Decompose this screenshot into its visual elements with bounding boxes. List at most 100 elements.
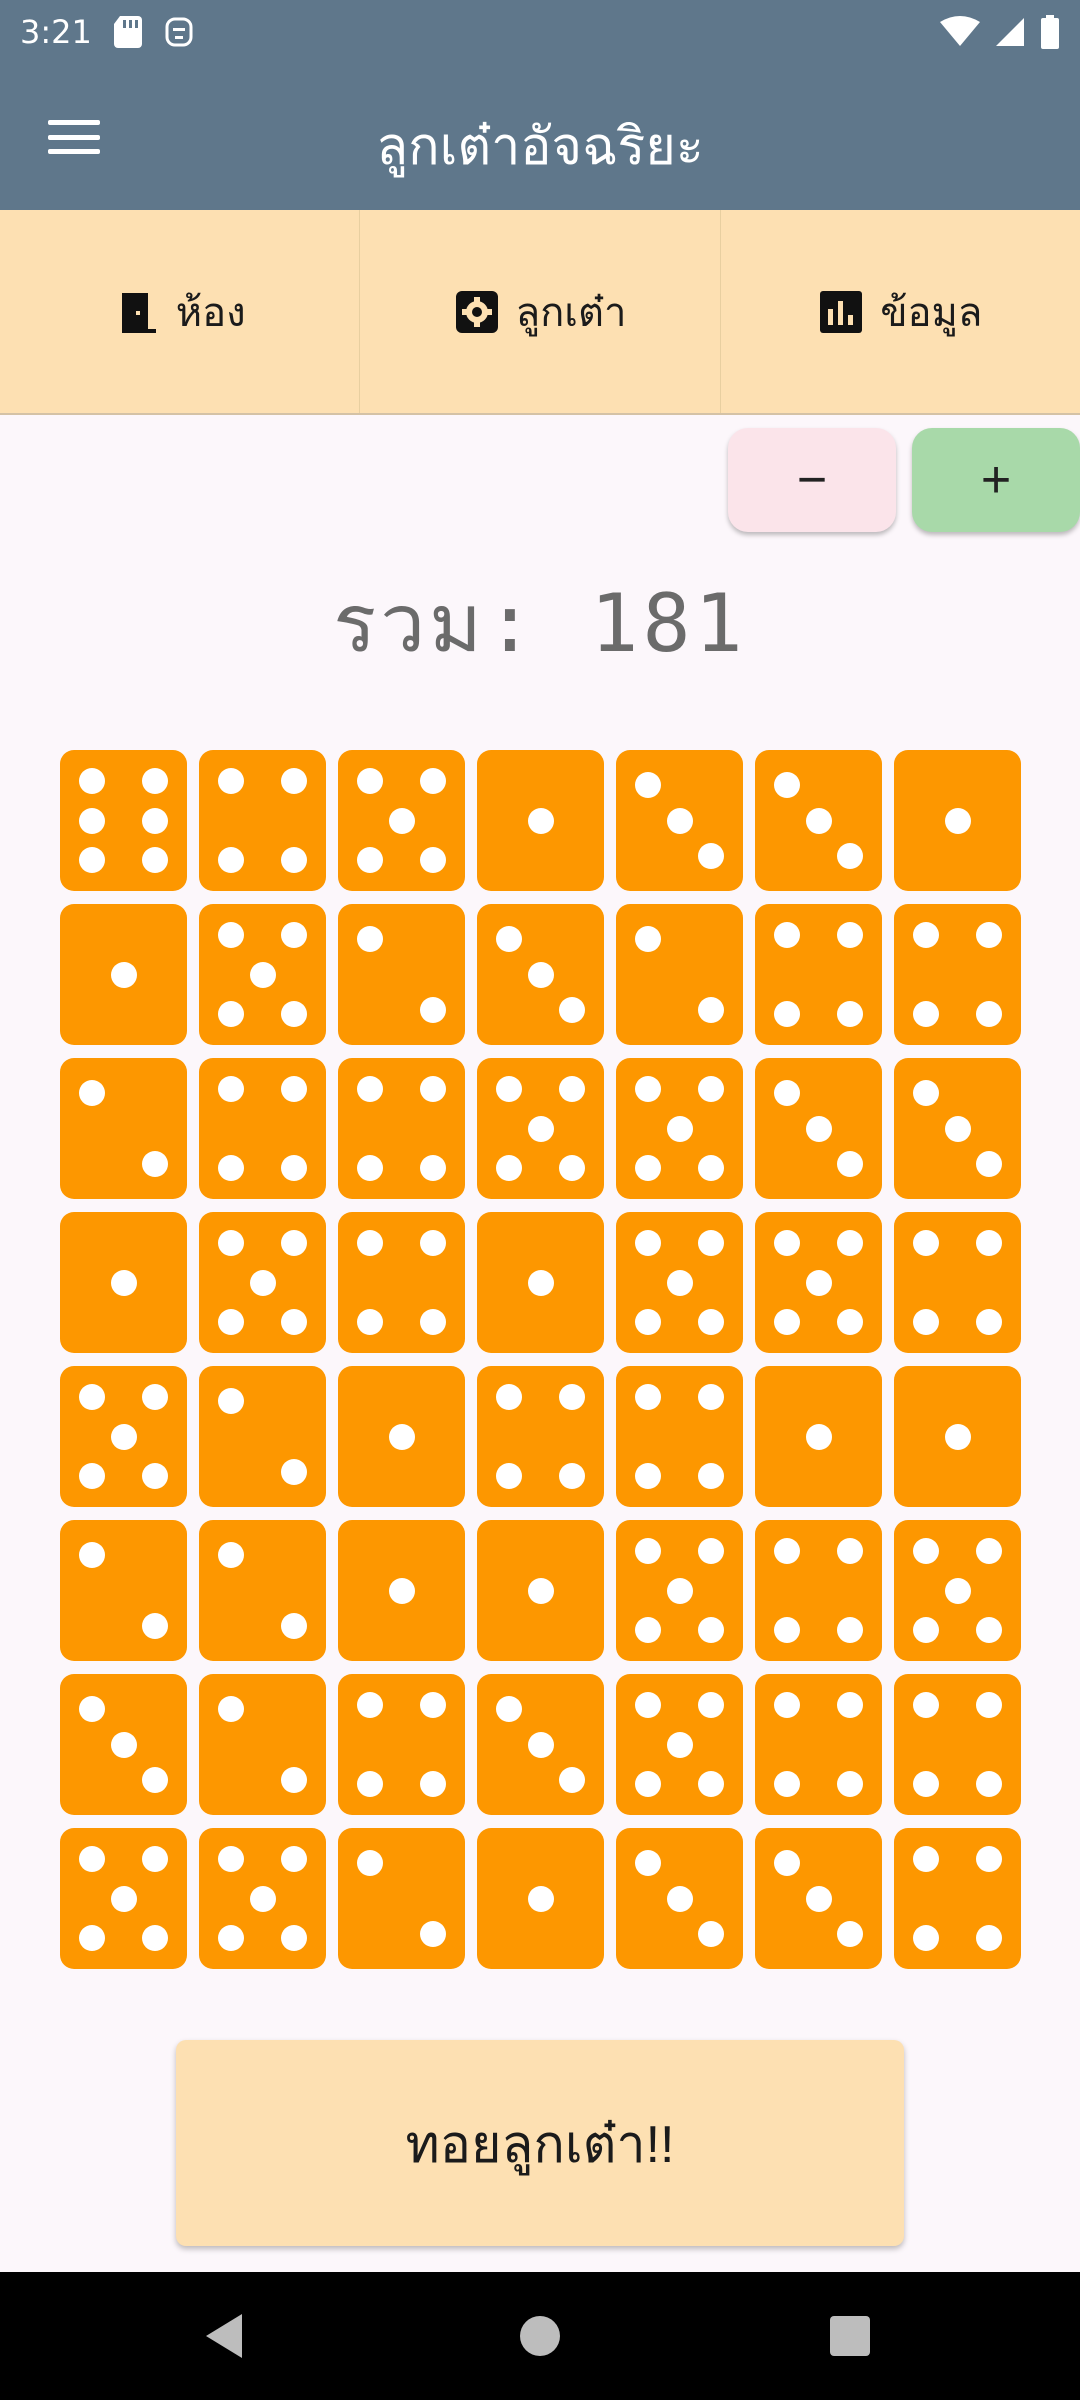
die-7 <box>894 750 1021 891</box>
decrease-dice-button[interactable]: − <box>728 428 896 532</box>
die-pip <box>420 996 447 1023</box>
die-pip <box>773 1308 800 1335</box>
die-pip <box>698 1692 725 1719</box>
tab-info[interactable]: ข้อมูล <box>721 210 1080 413</box>
die-pip <box>356 1770 383 1797</box>
die-pip <box>805 807 832 834</box>
die-pip <box>773 1080 800 1107</box>
die-pip <box>805 1423 832 1450</box>
roll-dice-button[interactable]: ทอยลูกเต๋า!! <box>176 2040 904 2246</box>
accessibility-face-icon <box>165 17 193 47</box>
die-pip <box>281 1766 308 1793</box>
die-pip <box>837 1150 864 1177</box>
die-pip <box>495 1154 522 1181</box>
die-pip <box>634 926 661 953</box>
tab-dice[interactable]: ลูกเต๋า <box>360 210 721 413</box>
status-time: 3:21 <box>20 13 92 51</box>
die-pip <box>634 1230 661 1257</box>
die-pip <box>281 1230 308 1257</box>
die-pip <box>698 1230 725 1257</box>
die-31 <box>338 1366 465 1507</box>
die-11 <box>477 904 604 1045</box>
die-pip <box>78 1846 105 1873</box>
increase-dice-button[interactable]: + <box>912 428 1080 532</box>
die-pip <box>420 1920 447 1947</box>
die-pip <box>420 1076 447 1103</box>
die-pip <box>698 1538 725 1565</box>
die-pip <box>634 1770 661 1797</box>
die-45 <box>338 1674 465 1815</box>
die-pip <box>281 1308 308 1335</box>
die-pip <box>356 1308 383 1335</box>
die-pip <box>142 768 169 795</box>
die-pip <box>527 1269 554 1296</box>
die-pip <box>281 1846 308 1873</box>
die-5 <box>616 750 743 891</box>
die-pip <box>912 1770 939 1797</box>
die-pip <box>217 1696 244 1723</box>
die-pip <box>420 1692 447 1719</box>
die-pip <box>281 1000 308 1027</box>
die-pip <box>110 1731 137 1758</box>
die-pip <box>420 1154 447 1181</box>
die-pip <box>217 922 244 949</box>
die-pip <box>78 1462 105 1489</box>
die-pip <box>976 1150 1003 1177</box>
die-pip <box>944 807 971 834</box>
die-1 <box>60 750 187 891</box>
die-pip <box>249 961 276 988</box>
battery-icon <box>1041 15 1059 49</box>
die-pip <box>559 1076 586 1103</box>
die-36 <box>60 1520 187 1661</box>
tab-room[interactable]: ห้อง <box>0 210 361 413</box>
die-43 <box>60 1674 187 1815</box>
die-pip <box>698 1384 725 1411</box>
die-pip <box>217 1388 244 1415</box>
die-pip <box>281 768 308 795</box>
die-pip <box>837 1616 864 1643</box>
die-14 <box>894 904 1021 1045</box>
die-pip <box>634 1308 661 1335</box>
die-pip <box>142 1846 169 1873</box>
home-circle-icon[interactable] <box>520 2316 560 2356</box>
die-pip <box>634 1850 661 1877</box>
die-pip <box>249 1885 276 1912</box>
die-pip <box>281 1924 308 1951</box>
die-54 <box>616 1828 743 1969</box>
die-pip <box>142 807 169 834</box>
die-pip <box>217 768 244 795</box>
die-pip <box>559 996 586 1023</box>
die-10 <box>338 904 465 1045</box>
die-49 <box>894 1674 1021 1815</box>
die-39 <box>477 1520 604 1661</box>
die-30 <box>199 1366 326 1507</box>
die-pip <box>142 1612 169 1639</box>
status-left: 3:21 <box>20 13 194 51</box>
die-13 <box>755 904 882 1045</box>
die-pip <box>666 1577 693 1604</box>
die-pip <box>773 1538 800 1565</box>
die-pip <box>805 1885 832 1912</box>
die-22 <box>60 1212 187 1353</box>
recent-square-icon[interactable] <box>830 2316 870 2356</box>
die-pip <box>773 1850 800 1877</box>
die-pip <box>976 1308 1003 1335</box>
die-46 <box>477 1674 604 1815</box>
die-44 <box>199 1674 326 1815</box>
die-pip <box>78 1080 105 1107</box>
die-pip <box>912 1846 939 1873</box>
bar-chart-icon <box>820 290 863 333</box>
sd-card-icon <box>113 16 142 48</box>
die-pip <box>976 1616 1003 1643</box>
die-pip <box>559 1384 586 1411</box>
die-pip <box>142 1766 169 1793</box>
die-pip <box>217 1924 244 1951</box>
die-pip <box>217 1154 244 1181</box>
die-pip <box>698 1920 725 1947</box>
die-pip <box>837 1000 864 1027</box>
back-triangle-icon[interactable] <box>202 2312 246 2360</box>
die-50 <box>60 1828 187 1969</box>
die-pip <box>142 1924 169 1951</box>
die-pip <box>110 1885 137 1912</box>
die-pip <box>634 1462 661 1489</box>
